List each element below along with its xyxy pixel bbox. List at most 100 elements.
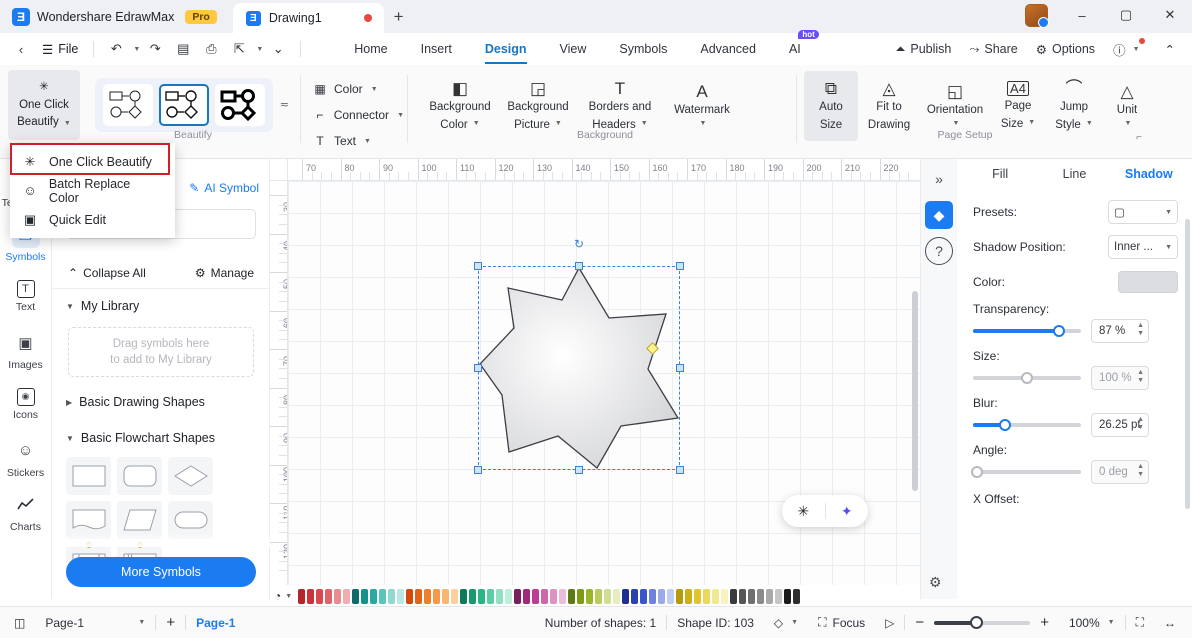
palette-swatch[interactable] bbox=[595, 588, 603, 604]
tab-fill[interactable]: Fill bbox=[963, 167, 1037, 181]
palette-swatch[interactable] bbox=[766, 588, 774, 604]
export-chevron-down-icon[interactable]: ▼ bbox=[256, 46, 263, 53]
section-header-basic-flowchart-shapes[interactable]: ▼ Basic Flowchart Shapes bbox=[52, 423, 270, 453]
tab-insert[interactable]: Insert bbox=[405, 33, 468, 65]
document-tab-drawing1[interactable]: Ǝ Drawing1 bbox=[232, 3, 384, 33]
canvas-vertical-scrollbar[interactable] bbox=[912, 291, 918, 491]
palette-swatch[interactable] bbox=[730, 588, 738, 604]
palette-swatch[interactable] bbox=[442, 588, 450, 604]
resize-handle-s[interactable] bbox=[575, 466, 583, 474]
palette-swatch[interactable] bbox=[469, 588, 477, 604]
shape-rounded-rectangle[interactable] bbox=[117, 457, 162, 495]
one-click-beautify-button[interactable]: ✳ One Click Beautify ▼ bbox=[8, 70, 80, 140]
beautify-style-card-2[interactable] bbox=[159, 84, 209, 126]
palette-swatch[interactable] bbox=[622, 588, 630, 604]
text-command[interactable]: T Text ▼ bbox=[312, 131, 404, 151]
more-commands-icon[interactable]: ⌄ bbox=[265, 37, 291, 61]
page-setup-dialog-launcher[interactable]: ⌐ bbox=[1136, 132, 1142, 143]
palette-swatch[interactable] bbox=[514, 588, 522, 604]
size-slider[interactable] bbox=[973, 372, 1081, 384]
shadow-position-select[interactable]: Inner ... ▼ bbox=[1108, 235, 1178, 259]
zoom-out-button[interactable]: − bbox=[905, 614, 934, 631]
rotate-handle[interactable]: ↻ bbox=[573, 237, 585, 251]
focus-button[interactable]: ⛶ Focus bbox=[808, 615, 875, 630]
zoom-slider[interactable] bbox=[934, 615, 1031, 629]
back-icon[interactable]: ‹ bbox=[8, 37, 34, 61]
palette-swatch[interactable] bbox=[388, 588, 396, 604]
maximize-button[interactable]: ▢ bbox=[1104, 1, 1148, 29]
palette-swatch[interactable] bbox=[676, 588, 684, 604]
palette-swatch[interactable] bbox=[334, 588, 342, 604]
borders-headers-chevron-down-icon[interactable]: ▼ bbox=[641, 120, 648, 129]
palette-swatch[interactable] bbox=[685, 588, 693, 604]
tab-view[interactable]: View bbox=[544, 33, 603, 65]
transparency-slider[interactable] bbox=[973, 325, 1081, 337]
palette-swatch[interactable] bbox=[658, 588, 666, 604]
palette-swatch[interactable] bbox=[793, 588, 801, 604]
palette-swatch[interactable] bbox=[604, 588, 612, 604]
size-stepper[interactable]: ▲ ▼ bbox=[1137, 369, 1144, 385]
undo-icon[interactable]: ↶ bbox=[103, 37, 129, 61]
blur-stepper[interactable]: ▲ ▼ bbox=[1137, 416, 1144, 432]
unit-chevron-down-icon[interactable]: ▼ bbox=[1125, 120, 1132, 129]
connector-command[interactable]: ⌐ Connector ▼ bbox=[312, 105, 404, 125]
tab-shadow[interactable]: Shadow bbox=[1112, 167, 1186, 181]
panel-settings-gear-icon[interactable]: ⚙ bbox=[929, 574, 942, 591]
resize-handle-w[interactable] bbox=[474, 364, 482, 372]
page-view-button[interactable]: ◫ bbox=[0, 616, 35, 630]
palette-swatch[interactable] bbox=[748, 588, 756, 604]
sidebar-item-images[interactable]: ▣ Images bbox=[3, 323, 49, 377]
sidebar-item-icons[interactable]: ◉ Icons bbox=[3, 377, 49, 431]
sidebar-item-charts[interactable]: Charts bbox=[3, 485, 49, 539]
palette-swatch[interactable] bbox=[613, 588, 621, 604]
palette-swatch[interactable] bbox=[559, 588, 567, 604]
angle-input[interactable]: 0 deg ▲ ▼ bbox=[1091, 460, 1149, 484]
palette-swatch[interactable] bbox=[487, 588, 495, 604]
palette-swatch[interactable] bbox=[757, 588, 765, 604]
tab-home[interactable]: Home bbox=[338, 33, 403, 65]
fill-chevron-down-icon[interactable]: ▼ bbox=[285, 593, 292, 600]
options-button[interactable]: ⚙ Options bbox=[1029, 39, 1102, 60]
tab-line[interactable]: Line bbox=[1037, 167, 1111, 181]
tab-design[interactable]: Design bbox=[469, 33, 543, 65]
resize-handle-nw[interactable] bbox=[474, 262, 482, 270]
close-button[interactable]: ✕ bbox=[1148, 1, 1192, 29]
blur-slider[interactable] bbox=[973, 419, 1081, 431]
palette-swatch[interactable] bbox=[460, 588, 468, 604]
palette-swatch[interactable] bbox=[307, 588, 315, 604]
menu-item-one-click-beautify[interactable]: ✳ One Click Beautify bbox=[10, 147, 175, 176]
tab-advanced[interactable]: Advanced bbox=[684, 33, 772, 65]
add-page-button[interactable]: + bbox=[156, 614, 185, 631]
palette-swatch[interactable] bbox=[721, 588, 729, 604]
angle-slider[interactable] bbox=[971, 466, 1081, 478]
palette-swatch[interactable] bbox=[784, 588, 792, 604]
save-icon[interactable]: ▤ bbox=[170, 37, 196, 61]
palette-swatch[interactable] bbox=[379, 588, 387, 604]
fill-bucket-icon[interactable]: ◆ bbox=[925, 201, 953, 229]
palette-swatch[interactable] bbox=[532, 588, 540, 604]
jump-style-chevron-down-icon[interactable]: ▼ bbox=[1086, 120, 1093, 129]
shape-diamond[interactable] bbox=[168, 457, 213, 495]
resize-handle-se[interactable] bbox=[676, 466, 684, 474]
palette-swatch[interactable] bbox=[397, 588, 405, 604]
zoom-level-select[interactable]: 100% ▼ bbox=[1059, 616, 1125, 630]
resize-handle-e[interactable] bbox=[676, 364, 684, 372]
color-command[interactable]: ▦ Color ▼ bbox=[312, 79, 404, 99]
undo-chevron-down-icon[interactable]: ▼ bbox=[133, 46, 140, 53]
palette-swatch[interactable] bbox=[361, 588, 369, 604]
layers-button[interactable]: ◇ ▼ bbox=[764, 616, 808, 630]
manage-button[interactable]: ⚙ Manage bbox=[195, 266, 254, 280]
sidebar-item-text[interactable]: T Text bbox=[3, 269, 49, 323]
drawing-sheet[interactable]: ↻ bbox=[288, 181, 920, 599]
fill-color-picker[interactable]: ◔ ▼ bbox=[274, 589, 296, 603]
section-header-my-library[interactable]: ▼ My Library bbox=[52, 291, 270, 321]
size-slider-knob[interactable] bbox=[1021, 372, 1033, 384]
my-library-drop-area[interactable]: Drag symbols here to add to My Library bbox=[68, 327, 254, 377]
shadow-color-swatch[interactable] bbox=[1118, 271, 1178, 293]
file-menu-button[interactable]: ☰ File bbox=[36, 42, 84, 57]
beautify-style-card-3[interactable] bbox=[215, 84, 265, 126]
ai-symbol-button[interactable]: ✎ AI Symbol bbox=[189, 181, 259, 195]
zoom-slider-knob[interactable] bbox=[970, 615, 984, 629]
avatar[interactable] bbox=[1025, 3, 1049, 28]
palette-swatch[interactable] bbox=[694, 588, 702, 604]
